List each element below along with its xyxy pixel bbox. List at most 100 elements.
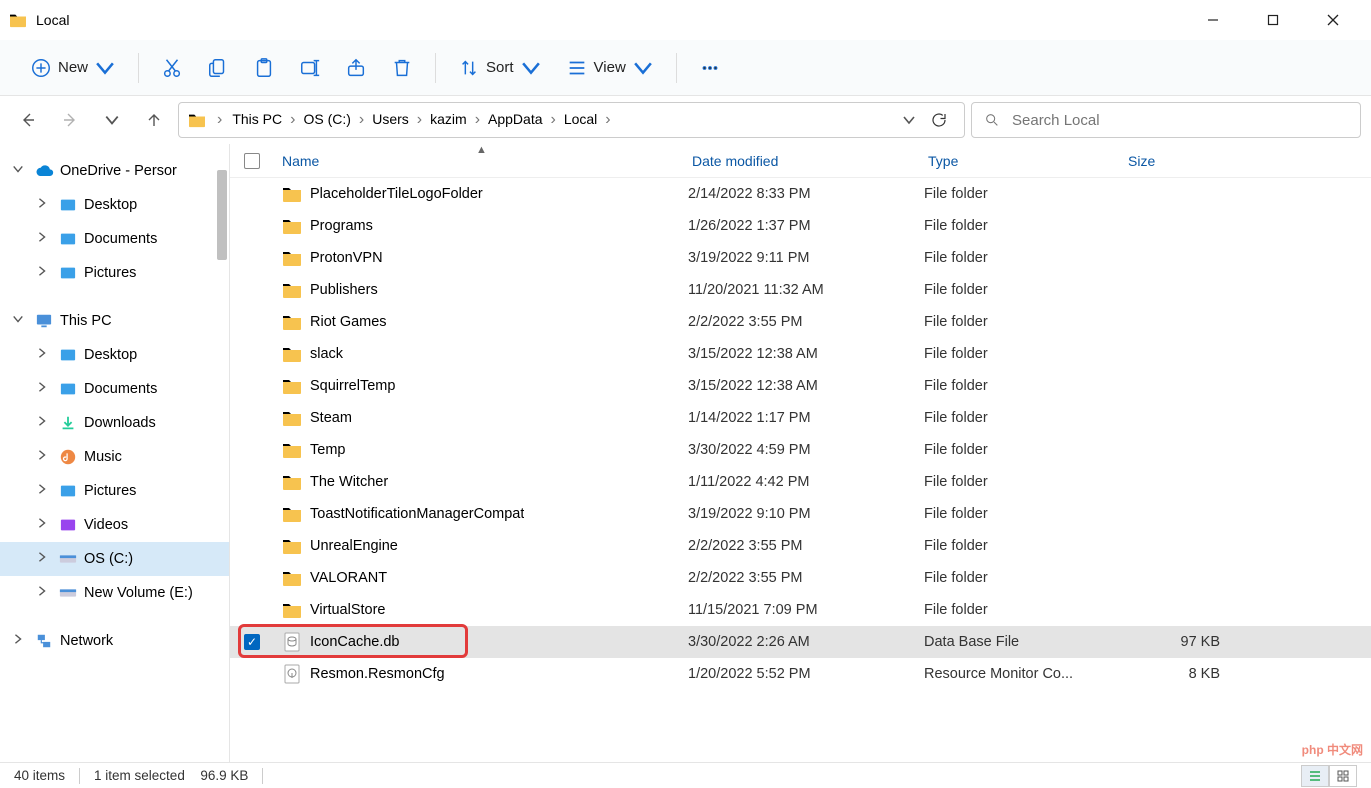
sidebar-item[interactable]: Downloads [0, 406, 229, 440]
expander-icon[interactable] [36, 231, 52, 247]
file-date: 3/19/2022 9:10 PM [688, 506, 924, 522]
file-type: File folder [924, 410, 1124, 426]
row-checkbox[interactable] [244, 634, 260, 650]
file-name: slack [310, 346, 343, 362]
chevron-down-icon [94, 57, 116, 79]
sidebar-item[interactable]: Documents [0, 372, 229, 406]
recent-button[interactable] [94, 102, 130, 138]
file-type: File folder [924, 282, 1124, 298]
table-row[interactable]: Programs 1/26/2022 1:37 PM File folder [230, 210, 1371, 242]
file-name: PlaceholderTileLogoFolder [310, 186, 483, 202]
search-icon [984, 112, 1000, 128]
expander-icon[interactable] [12, 163, 28, 179]
breadcrumb-item[interactable]: OS (C:) [297, 107, 356, 131]
rename-icon [299, 57, 321, 79]
search-input[interactable] [1012, 112, 1348, 129]
expander-icon[interactable] [36, 449, 52, 465]
cut-button[interactable] [151, 48, 193, 88]
table-row[interactable]: UnrealEngine 2/2/2022 3:55 PM File folde… [230, 530, 1371, 562]
onedrive-icon [34, 164, 54, 178]
breadcrumb-item[interactable]: Users [366, 107, 415, 131]
table-row[interactable]: PlaceholderTileLogoFolder 2/14/2022 8:33… [230, 178, 1371, 210]
copy-button[interactable] [197, 48, 239, 88]
table-row[interactable]: slack 3/15/2022 12:38 AM File folder [230, 338, 1371, 370]
minimize-button[interactable] [1183, 0, 1243, 40]
search-box[interactable] [971, 102, 1361, 138]
table-row[interactable]: Riot Games 2/2/2022 3:55 PM File folder [230, 306, 1371, 338]
file-date: 11/20/2021 11:32 AM [688, 282, 924, 298]
forward-button[interactable] [52, 102, 88, 138]
sidebar-item[interactable]: Network [0, 624, 229, 658]
table-row[interactable]: SquirrelTemp 3/15/2022 12:38 AM File fol… [230, 370, 1371, 402]
table-row[interactable]: Publishers 11/20/2021 11:32 AM File fold… [230, 274, 1371, 306]
column-header-type[interactable]: Type [924, 147, 1124, 175]
column-header-size[interactable]: Size [1124, 147, 1234, 175]
table-row[interactable]: VALORANT 2/2/2022 3:55 PM File folder [230, 562, 1371, 594]
file-type: File folder [924, 314, 1124, 330]
thumbnails-view-button[interactable] [1329, 765, 1357, 787]
sidebar-item[interactable]: Pictures [0, 256, 229, 290]
sidebar-item[interactable]: OS (C:) [0, 542, 229, 576]
table-row[interactable]: VirtualStore 11/15/2021 7:09 PM File fol… [230, 594, 1371, 626]
breadcrumb-item[interactable]: AppData [482, 107, 548, 131]
file-name: VirtualStore [310, 602, 386, 618]
select-all-checkbox[interactable] [244, 153, 260, 169]
breadcrumb[interactable]: › This PC›OS (C:)›Users›kazim›AppData›Lo… [178, 102, 965, 138]
refresh-button[interactable] [930, 111, 948, 129]
expander-icon[interactable] [12, 313, 28, 329]
share-icon [345, 57, 367, 79]
table-row[interactable]: ToastNotificationManagerCompat 3/19/2022… [230, 498, 1371, 530]
share-button[interactable] [335, 48, 377, 88]
sidebar-item[interactable]: Documents [0, 222, 229, 256]
breadcrumb-item[interactable]: kazim [424, 107, 473, 131]
sort-button[interactable]: Sort [448, 48, 552, 88]
expander-icon[interactable] [36, 585, 52, 601]
sidebar-item[interactable]: This PC [0, 304, 229, 338]
rename-button[interactable] [289, 48, 331, 88]
sidebar-item[interactable]: Pictures [0, 474, 229, 508]
table-row[interactable]: Temp 3/30/2022 4:59 PM File folder [230, 434, 1371, 466]
sidebar-item[interactable]: Music [0, 440, 229, 474]
cfg-icon [282, 664, 302, 684]
expander-icon[interactable] [36, 483, 52, 499]
drive-icon [58, 552, 78, 566]
table-row[interactable]: IconCache.db 3/30/2022 2:26 AM Data Base… [230, 626, 1371, 658]
expander-icon[interactable] [36, 517, 52, 533]
table-row[interactable]: The Witcher 1/11/2022 4:42 PM File folde… [230, 466, 1371, 498]
file-date: 3/19/2022 9:11 PM [688, 250, 924, 266]
sidebar-item[interactable]: OneDrive - Persor [0, 154, 229, 188]
separator [262, 768, 263, 784]
sidebar-item[interactable]: Desktop [0, 188, 229, 222]
expander-icon[interactable] [36, 381, 52, 397]
breadcrumb-item[interactable]: This PC [226, 107, 288, 131]
sidebar-item[interactable]: New Volume (E:) [0, 576, 229, 610]
sidebar-scrollbar[interactable] [217, 170, 227, 260]
expander-icon[interactable] [12, 633, 28, 649]
table-row[interactable]: ProtonVPN 3/19/2022 9:11 PM File folder [230, 242, 1371, 274]
column-header-date[interactable]: Date modified [688, 147, 924, 175]
pictures-icon [58, 483, 78, 499]
sidebar-item[interactable]: Videos [0, 508, 229, 542]
paste-button[interactable] [243, 48, 285, 88]
back-button[interactable] [10, 102, 46, 138]
maximize-button[interactable] [1243, 0, 1303, 40]
expander-icon[interactable] [36, 551, 52, 567]
up-button[interactable] [136, 102, 172, 138]
close-button[interactable] [1303, 0, 1363, 40]
delete-button[interactable] [381, 48, 423, 88]
table-row[interactable]: Steam 1/14/2022 1:17 PM File folder [230, 402, 1371, 434]
breadcrumb-item[interactable]: Local [558, 107, 603, 131]
more-button[interactable] [689, 48, 731, 88]
new-button[interactable]: New [20, 48, 126, 88]
history-dropdown-button[interactable] [902, 113, 916, 127]
expander-icon[interactable] [36, 197, 52, 213]
expander-icon[interactable] [36, 265, 52, 281]
view-button[interactable]: View [556, 48, 664, 88]
view-icon [566, 57, 588, 79]
expander-icon[interactable] [36, 347, 52, 363]
details-view-button[interactable] [1301, 765, 1329, 787]
table-row[interactable]: Resmon.ResmonCfg 1/20/2022 5:52 PM Resou… [230, 658, 1371, 690]
expander-icon[interactable] [36, 415, 52, 431]
file-date: 1/20/2022 5:52 PM [688, 666, 924, 682]
sidebar-item[interactable]: Desktop [0, 338, 229, 372]
